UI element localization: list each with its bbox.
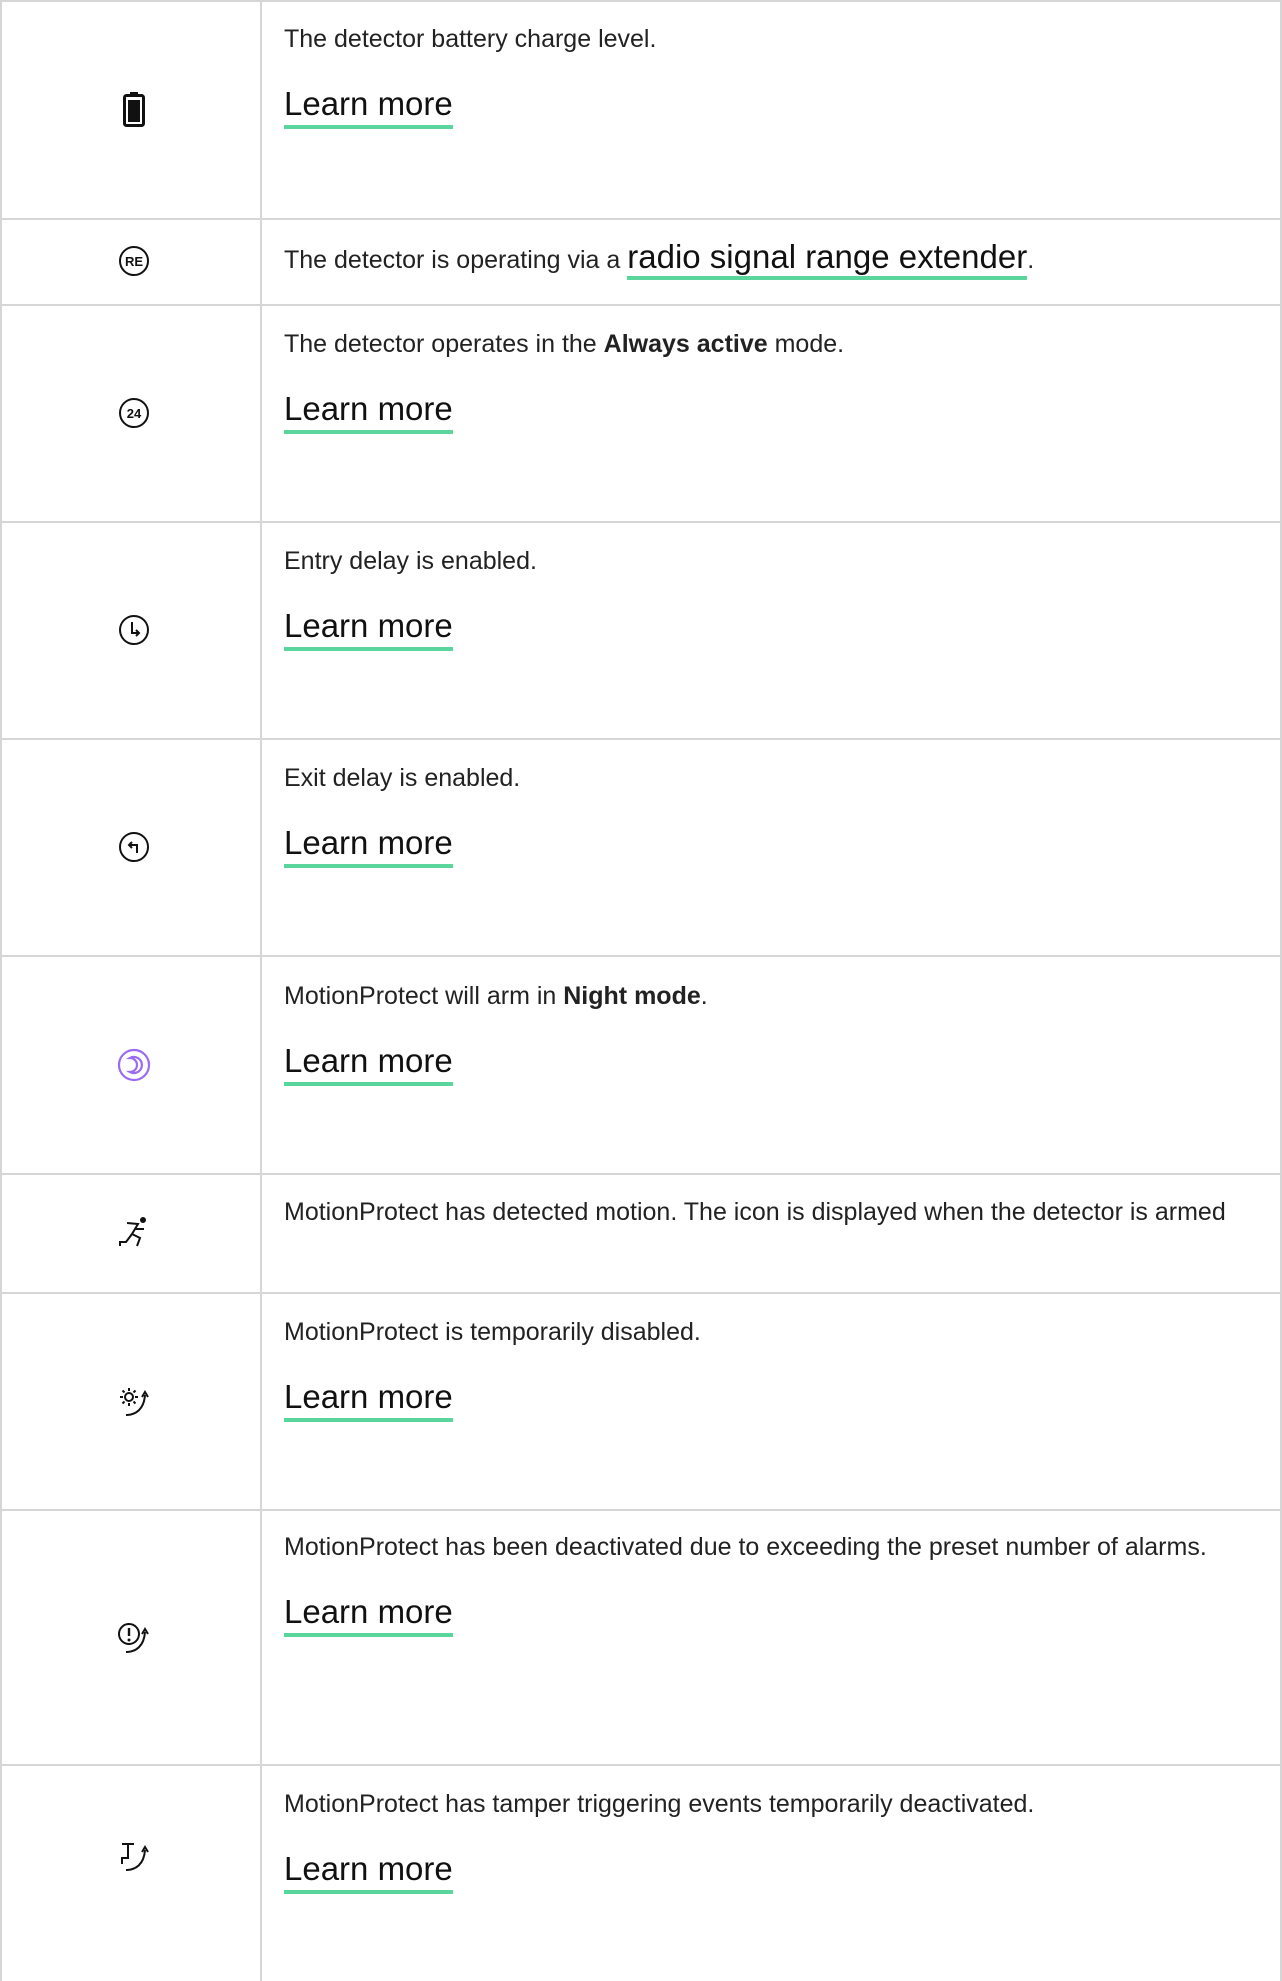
row-divider: [0, 0, 1282, 2]
row-description: MotionProtect has detected motion. The i…: [284, 1193, 1274, 1231]
row-description: MotionProtect is temporarily disabled. L…: [284, 1313, 1274, 1422]
alarms-exceeded-icon: [114, 1618, 154, 1658]
description-text: Exit delay is enabled.: [284, 764, 521, 792]
entry-delay-icon: [114, 610, 154, 650]
exit-delay-icon: [114, 827, 154, 867]
learn-more-link[interactable]: Learn more: [284, 1041, 453, 1086]
row-description: Exit delay is enabled. Learn more: [284, 759, 1274, 868]
row-description: The detector is operating via a radio si…: [284, 238, 1274, 280]
description-text: MotionProtect has been deactivated due t…: [284, 1533, 1207, 1561]
description-text: The detector operates in the Always acti…: [284, 325, 1274, 363]
learn-more-link[interactable]: Learn more: [284, 606, 453, 651]
battery-icon: [114, 89, 154, 129]
description-prefix: The detector is operating via a: [284, 246, 628, 274]
description-text: MotionProtect will arm in Night mode.: [284, 977, 1274, 1015]
row-divider: [0, 304, 1282, 306]
row-divider: [0, 1292, 1282, 1294]
description-prefix: The detector operates in the: [284, 330, 604, 358]
learn-more-link[interactable]: Learn more: [284, 389, 453, 434]
description-text: The detector is operating via a radio si…: [284, 238, 1274, 280]
always-active-icon: 24: [114, 393, 154, 433]
row-divider: [0, 521, 1282, 523]
temporarily-disabled-icon: [114, 1381, 154, 1421]
tamper-deactivated-icon: [114, 1836, 154, 1876]
row-description: Entry delay is enabled. Learn more: [284, 542, 1274, 651]
row-description: MotionProtect has tamper triggering even…: [284, 1785, 1274, 1894]
row-divider: [0, 1509, 1282, 1511]
description-suffix: mode.: [767, 330, 845, 358]
learn-more-link[interactable]: Learn more: [284, 823, 453, 868]
night-mode-icon: [114, 1045, 154, 1085]
learn-more-link[interactable]: Learn more: [284, 1592, 453, 1637]
description-text: The detector battery charge level.: [284, 25, 657, 53]
row-divider: [0, 218, 1282, 220]
learn-more-link[interactable]: Learn more: [284, 1849, 453, 1894]
description-text: MotionProtect has tamper triggering even…: [284, 1790, 1035, 1818]
range-extender-icon: RE: [114, 241, 154, 281]
row-divider: [0, 955, 1282, 957]
learn-more-link[interactable]: Learn more: [284, 1377, 453, 1422]
description-text: Entry delay is enabled.: [284, 547, 537, 575]
description-suffix: .: [1027, 246, 1035, 274]
motion-detected-icon: [114, 1212, 154, 1252]
range-extender-link[interactable]: radio signal range extender: [627, 238, 1028, 280]
description-text: MotionProtect is temporarily disabled.: [284, 1318, 701, 1346]
row-description: The detector operates in the Always acti…: [284, 325, 1274, 434]
row-description: MotionProtect has been deactivated due t…: [284, 1528, 1274, 1637]
description-suffix: .: [700, 982, 708, 1010]
row-description: MotionProtect will arm in Night mode. Le…: [284, 977, 1274, 1086]
row-description: The detector battery charge level. Learn…: [284, 20, 1274, 129]
row-divider: [0, 1173, 1282, 1175]
description-bold: Always active: [603, 330, 768, 358]
svg-text:RE: RE: [125, 254, 143, 269]
svg-text:24: 24: [127, 406, 142, 421]
table-column-divider: [260, 0, 262, 1981]
description-prefix: MotionProtect will arm in: [284, 982, 564, 1010]
description-bold: Night mode: [563, 982, 701, 1010]
row-divider: [0, 738, 1282, 740]
status-icons-table: The detector battery charge level. Learn…: [0, 0, 1282, 1981]
learn-more-link[interactable]: Learn more: [284, 84, 453, 129]
description-text: MotionProtect has detected motion. The i…: [284, 1198, 1226, 1226]
row-divider: [0, 1764, 1282, 1766]
table-left-border: [0, 0, 2, 1981]
